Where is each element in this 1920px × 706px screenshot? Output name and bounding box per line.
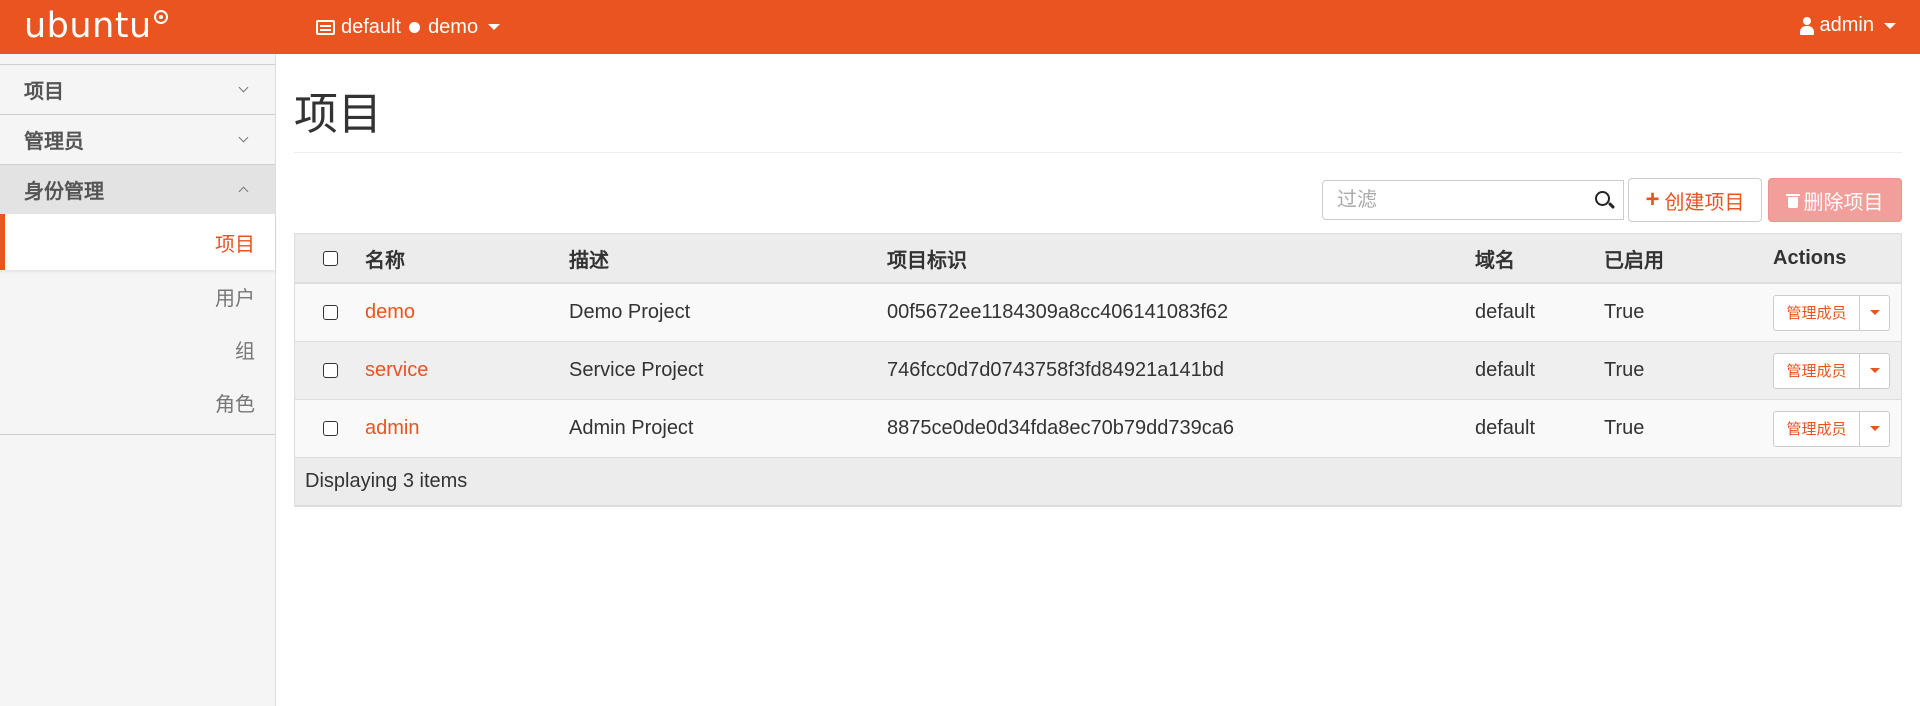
sidebar-section-label: 身份管理	[24, 181, 104, 203]
project-context-dropdown[interactable]: default demo	[316, 14, 501, 40]
row-actions: 管理成员	[1773, 294, 1901, 331]
row-checkbox[interactable]	[322, 421, 338, 436]
project-name-link[interactable]: service	[365, 359, 428, 381]
page-title: 项目	[294, 90, 382, 139]
top-navbar: ubuntu default demo admin	[0, 0, 1920, 54]
project-id: 746fcc0d7d0743758f3fd84921a141bd	[887, 359, 1224, 381]
column-header-name[interactable]: 名称	[365, 244, 569, 273]
caret-down-icon	[1869, 368, 1880, 373]
delete-projects-label: 删除项目	[1803, 191, 1884, 214]
chevron-up-icon	[238, 186, 249, 197]
caret-down-icon	[1869, 310, 1880, 315]
table-row: admin Admin Project 8875ce0de0d34fda8ec7…	[295, 400, 1901, 458]
sidebar-section-admin[interactable]: 管理员	[0, 114, 275, 164]
filter-box	[1322, 180, 1624, 220]
user-icon	[1799, 16, 1814, 35]
user-menu[interactable]: admin	[1799, 14, 1896, 37]
delete-projects-button[interactable]: 删除项目	[1768, 178, 1902, 222]
project-description: Admin Project	[569, 417, 694, 439]
create-project-button[interactable]: + 创建项目	[1628, 178, 1762, 222]
row-actions: 管理成员	[1773, 410, 1901, 447]
project-enabled: True	[1604, 359, 1645, 381]
column-header-domain[interactable]: 域名	[1475, 244, 1604, 273]
table-row: service Service Project 746fcc0d7d074375…	[295, 342, 1901, 400]
caret-down-icon	[488, 24, 501, 30]
column-header-project-id[interactable]: 项目标识	[887, 244, 1475, 273]
manage-members-button[interactable]: 管理成员	[1773, 352, 1860, 389]
caret-down-icon	[1869, 426, 1880, 431]
table-row: demo Demo Project 00f5672ee1184309a8cc40…	[295, 284, 1901, 342]
project-description: Demo Project	[569, 301, 691, 323]
sidebar-section-project[interactable]: 项目	[0, 64, 275, 114]
manage-members-button[interactable]: 管理成员	[1773, 294, 1860, 331]
column-header-actions: Actions	[1773, 246, 1847, 269]
context-domain: default	[341, 15, 402, 38]
table-footer: Displaying 3 items	[295, 458, 1901, 506]
row-actions: 管理成员	[1773, 352, 1901, 389]
chevron-down-icon	[238, 132, 249, 143]
row-actions-dropdown[interactable]	[1860, 294, 1890, 331]
project-name-link[interactable]: admin	[365, 417, 419, 439]
chevron-down-icon	[238, 82, 249, 93]
sidebar-section-label: 项目	[24, 81, 64, 103]
project-name-link[interactable]: demo	[365, 301, 415, 323]
plus-icon: +	[1645, 186, 1660, 213]
row-checkbox[interactable]	[322, 305, 338, 320]
row-actions-dropdown[interactable]	[1860, 410, 1890, 447]
project-domain: default	[1475, 417, 1536, 439]
project-id: 00f5672ee1184309a8cc406141083f62	[887, 301, 1229, 323]
sidebar-item-groups[interactable]: 组	[0, 323, 275, 376]
sidebar-item-roles[interactable]: 角色	[0, 376, 275, 429]
column-header-enabled[interactable]: 已启用	[1604, 244, 1773, 273]
manage-members-button[interactable]: 管理成员	[1773, 410, 1860, 447]
trash-icon	[1785, 193, 1800, 208]
user-name: admin	[1819, 14, 1874, 36]
project-domain: default	[1475, 301, 1536, 323]
create-project-label: 创建项目	[1664, 191, 1745, 214]
search-icon[interactable]	[1585, 181, 1623, 219]
project-list-icon	[316, 19, 335, 35]
project-enabled: True	[1604, 417, 1645, 439]
sidebar-section-identity[interactable]: 身份管理	[0, 164, 275, 214]
project-domain: default	[1475, 359, 1536, 381]
column-header-description[interactable]: 描述	[569, 244, 887, 273]
logo-text: ubuntu	[24, 6, 152, 46]
sidebar: 项目 管理员 身份管理 项目 用户 组 角色	[0, 54, 276, 706]
filter-input[interactable]	[1323, 181, 1573, 219]
ubuntu-logo[interactable]: ubuntu	[24, 6, 168, 46]
sidebar-item-projects[interactable]: 项目	[0, 214, 275, 270]
select-all-checkbox[interactable]	[322, 250, 338, 266]
main-content: 项目 + 创建项目 删除项目 名称 描述 项目标识 域名 已启用 Actions…	[294, 54, 1902, 507]
row-checkbox[interactable]	[322, 363, 338, 378]
row-actions-dropdown[interactable]	[1860, 352, 1890, 389]
project-enabled: True	[1604, 301, 1645, 323]
table-actions: + 创建项目 删除项目	[294, 153, 1902, 233]
sidebar-item-users[interactable]: 用户	[0, 270, 275, 323]
project-id: 8875ce0de0d34fda8ec70b79dd739ca6	[887, 417, 1235, 439]
sidebar-section-label: 管理员	[24, 131, 84, 153]
context-project: demo	[428, 15, 479, 38]
circle-of-friends-icon	[153, 10, 168, 24]
projects-table: 名称 描述 项目标识 域名 已启用 Actions demo Demo Proj…	[294, 233, 1902, 507]
table-header: 名称 描述 项目标识 域名 已启用 Actions	[295, 234, 1901, 284]
project-description: Service Project	[569, 359, 704, 381]
caret-down-icon	[1884, 22, 1896, 29]
separator-dot-icon	[409, 21, 421, 33]
